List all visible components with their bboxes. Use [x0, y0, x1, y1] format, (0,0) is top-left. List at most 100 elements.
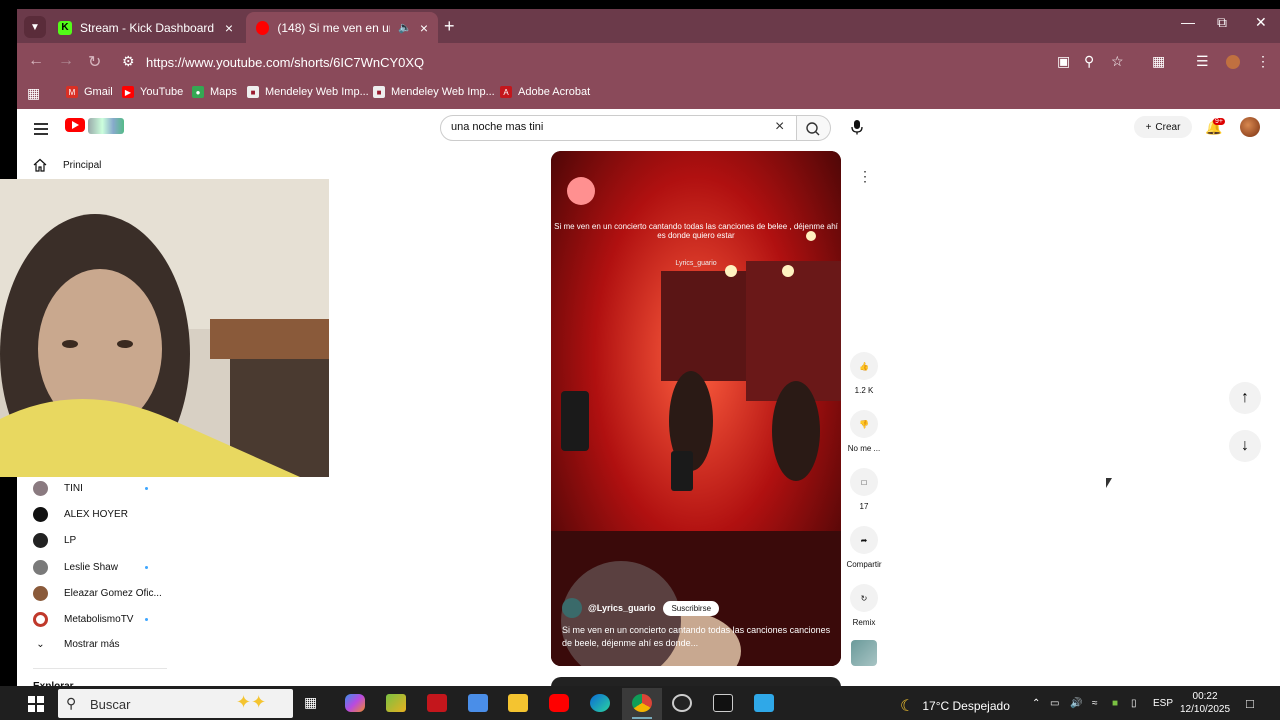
like-button[interactable]: 👍 1.2 K	[844, 352, 884, 395]
tab-youtube-short[interactable]: (148) Si me ven en un conc 🔈 ×	[246, 12, 438, 43]
tab-label: Stream - Kick Dashboard	[80, 20, 215, 35]
mendeley-icon: ■	[247, 86, 259, 98]
subscription-item[interactable]: TINI	[33, 481, 148, 496]
bookmark-maps[interactable]: ● Maps	[192, 86, 237, 98]
webcam-overlay	[0, 179, 329, 477]
more-options-icon[interactable]: ⋮	[858, 168, 872, 185]
close-window-icon[interactable]: ✕	[1255, 14, 1267, 31]
show-more-button[interactable]: ⌄ Mostrar más	[33, 639, 120, 650]
subscription-item[interactable]: MetabolismoTV	[33, 612, 148, 627]
media-controls-icon[interactable]: ☰	[1196, 53, 1209, 70]
audio-thumbnail[interactable]	[851, 640, 877, 666]
tab-search-dropdown[interactable]: ▼	[24, 16, 46, 38]
edge-icon[interactable]	[590, 694, 610, 712]
tab-kick-dashboard[interactable]: K Stream - Kick Dashboard ×	[48, 12, 243, 43]
comments-button[interactable]: □ 17	[844, 468, 884, 511]
calculator-icon[interactable]	[468, 694, 488, 712]
share-label: Compartir	[846, 560, 882, 569]
site-info-icon[interactable]: ⚙	[122, 53, 135, 70]
search-query[interactable]: una noche mas tini	[451, 121, 543, 133]
stack-app-icon[interactable]	[386, 694, 406, 712]
new-tab-plus-icon[interactable]: +	[444, 16, 455, 37]
zoom-icon[interactable]: ⚲	[1084, 53, 1094, 70]
acrobat-taskbar-icon[interactable]	[427, 694, 447, 712]
menu-hamburger-icon[interactable]	[34, 120, 48, 138]
next-short-button[interactable]: ↓	[1229, 430, 1261, 462]
chevron-up-icon[interactable]: ⌃	[1032, 698, 1040, 709]
mendeley-icon: ■	[373, 86, 385, 98]
close-tab-icon[interactable]: ×	[225, 20, 233, 36]
sidebar-item-home[interactable]: Principal	[33, 158, 101, 172]
show-more-label: Mostrar más	[64, 639, 120, 650]
subscription-item[interactable]: Leslie Shaw	[33, 560, 148, 575]
search-button[interactable]	[797, 115, 831, 141]
obs-icon[interactable]	[672, 694, 692, 712]
system-clock[interactable]: 00:22 12/10/2025	[1180, 690, 1230, 716]
channel-handle[interactable]: @Lyrics_guario	[588, 603, 655, 613]
notification-center-icon[interactable]: □	[1246, 696, 1254, 711]
chrome-icon[interactable]	[632, 694, 652, 712]
wifi-icon[interactable]: ≈	[1092, 698, 1098, 709]
restore-icon[interactable]: ⧉	[1217, 14, 1227, 31]
create-button[interactable]: + Crear	[1134, 116, 1192, 138]
blue-app-icon[interactable]	[754, 694, 774, 712]
browser-menu-icon[interactable]: ⋮	[1256, 53, 1270, 70]
bookmark-mendeley-1[interactable]: ■ Mendeley Web Imp...	[247, 86, 369, 98]
usb-icon[interactable]: ▯	[1131, 698, 1137, 709]
remix-button[interactable]: ↻ Remix	[844, 584, 884, 627]
apps-grid-icon[interactable]: ▦	[27, 85, 40, 102]
weather-text: 17°C Despejado	[922, 699, 1010, 713]
nvidia-icon[interactable]: ■	[1112, 698, 1118, 709]
url-text[interactable]: https://www.youtube.com/shorts/6IC7WnCY0…	[146, 55, 424, 70]
minimize-icon[interactable]: —	[1181, 14, 1195, 30]
extensions-icon[interactable]: ▦	[1152, 53, 1165, 70]
task-view-icon[interactable]: ▦	[304, 694, 324, 712]
share-button[interactable]: ➦ Compartir	[844, 526, 884, 569]
taskbar-search-placeholder[interactable]: Buscar	[90, 697, 130, 712]
notification-badge: 9+	[1213, 118, 1225, 125]
channel-avatar[interactable]	[562, 598, 582, 618]
windows-start-icon[interactable]	[28, 696, 44, 712]
bookmark-youtube[interactable]: ▶ YouTube	[122, 86, 183, 98]
search-highlights-icon[interactable]: ✦✦	[236, 692, 266, 713]
subscription-item[interactable]: ALEX HOYER	[33, 507, 128, 522]
youtube-doodle[interactable]	[88, 118, 124, 134]
youtube-taskbar-icon[interactable]	[549, 694, 569, 712]
tab-label: (148) Si me ven en un conc	[277, 20, 390, 35]
file-explorer-icon[interactable]	[508, 694, 528, 712]
reload-icon[interactable]: ↻	[88, 52, 101, 72]
subscription-item[interactable]: Eleazar Gomez Ofic...	[33, 586, 162, 601]
back-arrow-icon[interactable]: ←	[28, 52, 44, 70]
forward-arrow-icon[interactable]: →	[58, 52, 74, 70]
copilot-icon[interactable]	[345, 694, 365, 712]
like-count: 1.2 K	[854, 386, 874, 395]
short-description[interactable]: Si me ven en un concierto cantando todas…	[562, 624, 832, 650]
dislike-button[interactable]: 👎 No me ...	[844, 410, 884, 453]
profile-avatar[interactable]	[1226, 55, 1240, 69]
weather-widget[interactable]: ☾ 17°C Despejado	[900, 696, 1010, 716]
close-tab-icon[interactable]: ×	[420, 20, 428, 36]
previous-short-button[interactable]: ↑	[1229, 382, 1261, 414]
new-content-dot	[145, 618, 148, 621]
subscription-item[interactable]: LP	[33, 533, 76, 548]
comment-icon: □	[850, 468, 878, 496]
battery-icon[interactable]: ▭	[1050, 698, 1059, 709]
install-app-icon[interactable]: ▣	[1057, 53, 1070, 70]
subscribe-button[interactable]: Suscribirse	[663, 600, 720, 616]
youtube-logo[interactable]	[65, 118, 85, 132]
share-arrow-icon: ➦	[850, 526, 878, 554]
language-indicator[interactable]: ESP	[1153, 698, 1173, 709]
bookmark-star-icon[interactable]: ☆	[1111, 53, 1124, 70]
microphone-icon[interactable]	[850, 119, 864, 135]
channel-avatar	[33, 533, 48, 548]
clear-search-icon[interactable]: ×	[775, 118, 784, 136]
epic-games-icon[interactable]	[713, 694, 733, 712]
speaker-icon[interactable]: 🔈	[398, 21, 412, 34]
bookmark-gmail[interactable]: M Gmail	[66, 86, 113, 98]
bookmark-adobe-acrobat[interactable]: A Adobe Acrobat	[500, 86, 590, 98]
bookmark-mendeley-2[interactable]: ■ Mendeley Web Imp...	[373, 86, 495, 98]
volume-icon[interactable]: 🔊	[1070, 698, 1082, 709]
account-avatar[interactable]	[1240, 117, 1260, 137]
search-icon: ⚲	[66, 695, 77, 711]
bookmark-label: YouTube	[140, 86, 184, 98]
